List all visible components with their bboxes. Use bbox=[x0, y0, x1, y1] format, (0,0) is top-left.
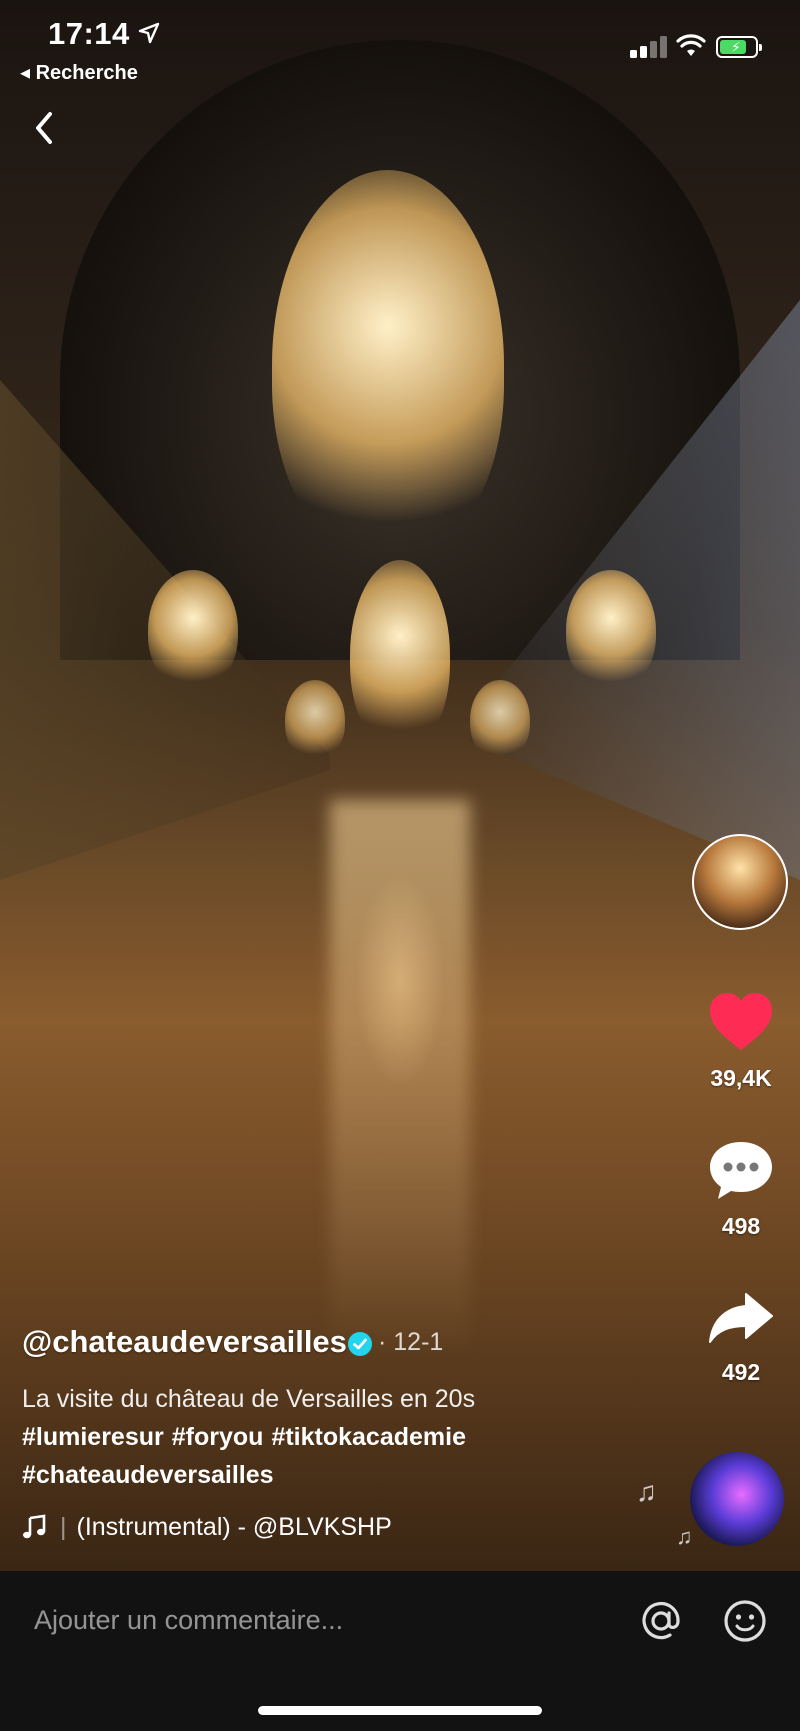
wifi-icon bbox=[676, 34, 706, 56]
chevron-left-icon[interactable] bbox=[26, 104, 62, 152]
battery-charging-icon: ⚡ bbox=[716, 36, 762, 58]
like-count: 39,4K bbox=[710, 1065, 772, 1091]
cellular-signal-icon bbox=[630, 36, 668, 58]
chandelier bbox=[470, 680, 530, 760]
music-info[interactable]: | (Instrumental) - @BLVKSHP bbox=[22, 1512, 392, 1542]
hashtag-link[interactable]: #chateaudeversailles bbox=[22, 1461, 274, 1489]
hashtag-link[interactable]: #tiktokacademie bbox=[271, 1423, 466, 1451]
like-button[interactable]: 39,4K bbox=[700, 990, 782, 1092]
home-indicator[interactable] bbox=[258, 1706, 542, 1715]
post-username[interactable]: @chateaudeversailles bbox=[22, 1324, 347, 1360]
hashtag-link[interactable]: #foryou bbox=[172, 1423, 264, 1451]
comment-button[interactable]: 498 bbox=[700, 1138, 782, 1240]
chandelier bbox=[285, 680, 345, 760]
back-to-app-link[interactable]: ◂ Recherche bbox=[20, 60, 138, 85]
location-arrow-icon bbox=[138, 22, 160, 44]
music-separator: | bbox=[60, 1512, 67, 1541]
floating-note-icon: ♫ bbox=[636, 1476, 657, 1507]
at-sign-icon[interactable] bbox=[638, 1598, 684, 1644]
chandelier bbox=[272, 170, 504, 560]
chandelier bbox=[148, 570, 238, 690]
creator-avatar[interactable] bbox=[692, 834, 788, 930]
share-count: 492 bbox=[721, 1359, 761, 1385]
chandelier bbox=[566, 570, 656, 690]
floor-reflection bbox=[330, 800, 470, 1360]
charging-bolt-icon: ⚡ bbox=[731, 39, 741, 55]
music-title: (Instrumental) - @BLVKSHP bbox=[76, 1512, 392, 1541]
share-button[interactable]: 492 bbox=[700, 1290, 782, 1386]
comment-input[interactable] bbox=[32, 1600, 616, 1640]
hashtag-link[interactable]: #lumieresur bbox=[22, 1423, 164, 1451]
heart-icon bbox=[710, 993, 772, 1050]
emoji-icon[interactable] bbox=[722, 1598, 768, 1644]
floating-note-icon: ♫ bbox=[676, 1524, 693, 1549]
music-disc[interactable] bbox=[690, 1452, 784, 1546]
post-date: · 12-1 bbox=[378, 1328, 444, 1356]
status-time: 17:14 bbox=[48, 16, 130, 51]
comment-bubble-icon bbox=[710, 1142, 772, 1199]
music-note-icon bbox=[23, 1514, 46, 1539]
share-arrow-icon bbox=[709, 1293, 773, 1343]
verified-badge-icon bbox=[348, 1332, 372, 1356]
comment-count: 498 bbox=[721, 1213, 761, 1239]
post-description: La visite du château de Versailles en 20… bbox=[22, 1385, 476, 1413]
chandelier bbox=[350, 560, 450, 750]
post-caption: La visite du château de Versailles en 20… bbox=[22, 1380, 582, 1494]
